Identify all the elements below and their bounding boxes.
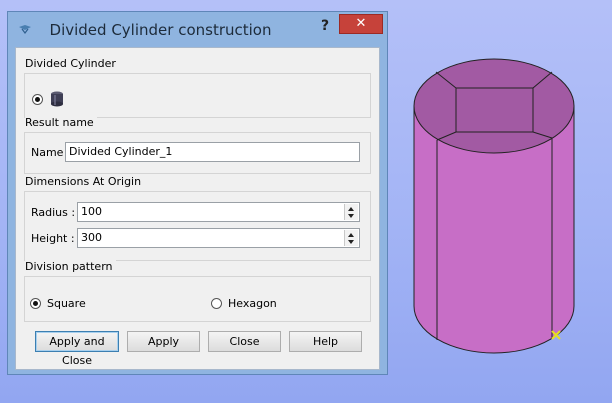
division-pattern-group: Division pattern Square Hexagon — [24, 260, 371, 322]
apply-button[interactable]: Apply — [127, 331, 200, 352]
square-radio[interactable] — [30, 298, 41, 309]
divided-cylinder-dialog: Divided Cylinder construction ? ✕ Divide… — [7, 11, 388, 375]
divided-cylinder-group: Divided Cylinder — [24, 57, 371, 118]
dialog-title: Divided Cylinder construction — [49, 21, 272, 39]
cylinder-type-icon — [51, 91, 63, 107]
title-bar[interactable]: Divided Cylinder construction ? ✕ — [8, 12, 387, 47]
result-name-group-title: Result name — [25, 116, 97, 129]
height-down-arrow-icon[interactable] — [348, 240, 354, 244]
radius-label: Radius : — [31, 206, 76, 219]
help-button[interactable]: Help — [289, 331, 362, 352]
hexagon-radio[interactable] — [211, 298, 222, 309]
name-input[interactable]: Divided Cylinder_1 — [65, 142, 360, 162]
divided-cylinder-group-title: Divided Cylinder — [25, 57, 119, 70]
square-label[interactable]: Square — [47, 297, 86, 310]
cylinder-top-square — [455, 87, 534, 133]
height-spinbox[interactable]: 300 — [77, 228, 360, 248]
divided-cylinder-type-radio[interactable] — [32, 94, 43, 105]
radius-spin-buttons[interactable] — [344, 204, 358, 220]
apply-and-close-button[interactable]: Apply and Close — [35, 331, 119, 367]
height-value: 300 — [81, 231, 102, 244]
radius-spinbox[interactable]: 100 — [77, 202, 360, 222]
result-name-group: Result name Name Divided Cylinder_1 — [24, 116, 371, 174]
context-help-button[interactable]: ? — [314, 17, 336, 35]
radius-value: 100 — [81, 205, 102, 218]
height-label: Height : — [31, 232, 75, 245]
close-button[interactable]: Close — [208, 331, 281, 352]
window-close-button[interactable]: ✕ — [339, 14, 383, 34]
name-label: Name — [31, 146, 64, 159]
radius-up-arrow-icon[interactable] — [348, 207, 354, 211]
height-spin-buttons[interactable] — [344, 230, 358, 246]
radius-down-arrow-icon[interactable] — [348, 214, 354, 218]
hexagon-label[interactable]: Hexagon — [228, 297, 277, 310]
height-up-arrow-icon[interactable] — [348, 233, 354, 237]
dimensions-group: Dimensions At Origin Radius : 100 Height… — [24, 175, 371, 261]
dimensions-group-title: Dimensions At Origin — [25, 175, 145, 188]
division-pattern-group-title: Division pattern — [25, 260, 116, 273]
dialog-body: Divided Cylinder Result name Name Divide… — [15, 47, 380, 370]
